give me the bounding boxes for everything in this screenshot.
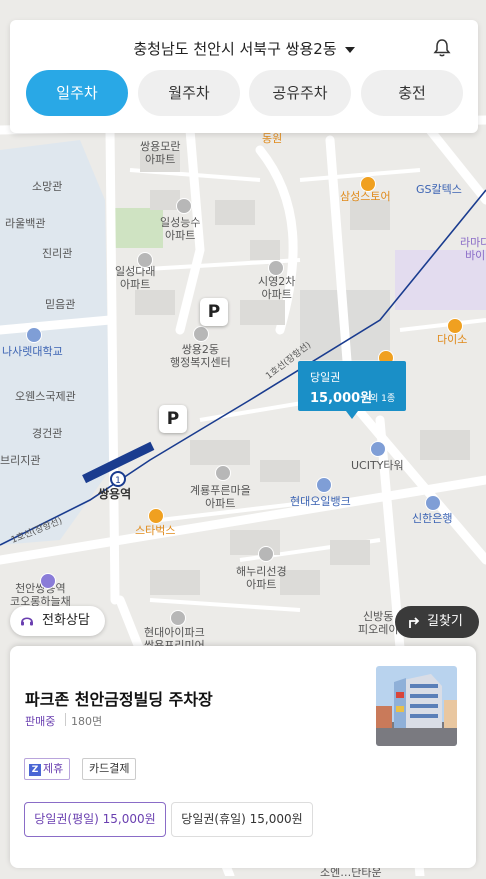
parking-marker[interactable]: P bbox=[159, 405, 187, 433]
government-office-icon bbox=[193, 326, 209, 342]
partner-logo-icon: Z bbox=[29, 764, 41, 776]
call-consult-button[interactable]: 전화상담 bbox=[10, 606, 105, 636]
map-label-mideum: 믿음관 bbox=[45, 298, 76, 311]
shopping-icon bbox=[447, 318, 463, 334]
building-icon bbox=[370, 441, 386, 457]
map-label-gyeryong: 계룡푸른마을 아파트 bbox=[190, 484, 251, 510]
caret-down-icon bbox=[344, 46, 355, 53]
turn-right-arrow-icon bbox=[409, 617, 420, 628]
cafe-icon bbox=[148, 508, 164, 524]
map-label-ssangyong2-center: 쌍용2동 행정복지센터 bbox=[170, 343, 231, 369]
parking-lot-name: 파크존 천안금정빌딩 주차장 bbox=[25, 690, 213, 709]
svg-text:1: 1 bbox=[115, 476, 121, 486]
price-tag-pointer bbox=[346, 411, 358, 419]
header-card: 충청남도 천안시 서북구 쌍용2동 일주차 월주차 공유주차 충전 bbox=[10, 20, 478, 133]
location-text: 충청남도 천안시 서북구 쌍용2동 bbox=[133, 40, 337, 58]
apartment-icon bbox=[215, 465, 231, 481]
church-icon bbox=[40, 573, 56, 589]
map-label-ucity: UCITY타워 bbox=[351, 459, 404, 472]
apartment-icon bbox=[170, 610, 186, 626]
map-label-nasaret: 나사렛대학교 bbox=[2, 345, 63, 358]
map-label-haenuri: 해누리선경 아파트 bbox=[236, 565, 287, 591]
map-label-cheonan-church: 천안쌍용역 코오롱하늘채 bbox=[10, 582, 71, 608]
map-label-hyundai-oil: 현대오일뱅크 bbox=[290, 495, 351, 508]
shopping-icon bbox=[360, 176, 376, 192]
map-label-ssangyong-moran: 쌍용모란 아파트 bbox=[140, 140, 181, 166]
map-label-gyeongjeon: 경건관 bbox=[32, 427, 63, 440]
university-icon bbox=[26, 327, 42, 343]
building-photo bbox=[376, 666, 457, 746]
apartment-icon bbox=[176, 198, 192, 214]
tab-daily[interactable]: 일주차 bbox=[26, 70, 128, 116]
map-label-shinhan: 신한은행 bbox=[412, 512, 453, 525]
parking-lot-photo[interactable] bbox=[376, 666, 457, 746]
map-label-starbucks: 스타벅스 bbox=[135, 524, 176, 537]
price-tag-type: 당일권 bbox=[310, 371, 341, 384]
map-label-sinbang: 신방동 피오레이 bbox=[358, 610, 399, 636]
price-tag-value: 15,000원 bbox=[310, 391, 373, 406]
bank-icon bbox=[425, 495, 441, 511]
gas-station-icon bbox=[316, 477, 332, 493]
parking-marker[interactable]: P bbox=[200, 298, 228, 326]
tab-monthly[interactable]: 월주차 bbox=[138, 70, 240, 116]
call-consult-label: 전화상담 bbox=[42, 613, 90, 628]
map-label-gs: GS칼텍스 bbox=[416, 183, 462, 196]
map-label-lamaison: 라마다 바이 bbox=[460, 236, 486, 262]
tab-shared[interactable]: 공유주차 bbox=[249, 70, 351, 116]
map-label-sowang: 소망관 bbox=[32, 180, 63, 193]
price-option-weekday[interactable]: 당일권(평일) 15,000원 bbox=[24, 802, 166, 837]
apartment-icon bbox=[137, 252, 153, 268]
map-label-ilseong-neungsu: 일성능수 아파트 bbox=[160, 216, 201, 242]
tab-charging[interactable]: 충전 bbox=[361, 70, 463, 116]
directions-label: 길찾기 bbox=[427, 614, 463, 629]
location-selector[interactable]: 충청남도 천안시 서북구 쌍용2동 bbox=[10, 38, 478, 59]
map-label-ilseong-dareh: 일성다래 아파트 bbox=[115, 265, 156, 291]
map-label-brijigwan: 브리지관 bbox=[0, 454, 41, 467]
divider bbox=[65, 713, 66, 726]
bell-icon[interactable] bbox=[432, 38, 452, 58]
apartment-icon bbox=[268, 260, 284, 276]
map-label-siyeong2: 시영2차 아파트 bbox=[258, 275, 296, 301]
map-label-jinri: 진리관 bbox=[42, 247, 73, 260]
map-label-dong-top: 동원 bbox=[262, 132, 283, 145]
selected-parking-price-marker[interactable]: 당일권 15,000원 외 1종 bbox=[298, 361, 406, 419]
directions-button[interactable]: 길찾기 bbox=[395, 606, 479, 638]
map-label-daiso: 다이소 bbox=[437, 333, 468, 346]
map-label-ssangyong-station: 쌍용역 bbox=[98, 487, 132, 501]
partner-tag-label: 제휴 bbox=[43, 762, 64, 775]
sale-status: 판매중 bbox=[25, 715, 56, 728]
price-option-holiday[interactable]: 당일권(휴일) 15,000원 bbox=[171, 802, 313, 837]
price-tag-extra: 외 1종 bbox=[370, 394, 396, 404]
apartment-icon bbox=[258, 546, 274, 562]
map-label-raulbaek: 라울백관 bbox=[5, 217, 46, 230]
space-count: 180면 bbox=[71, 715, 103, 728]
parking-detail-sheet[interactable]: 파크존 천안금정빌딩 주차장 판매중 180면 Z 제휴 카드결제 당일권(평일)… bbox=[10, 646, 476, 868]
map-label-samsung: 삼성스토어 bbox=[340, 190, 391, 203]
map-label-osen: 오웬스국제관 bbox=[15, 390, 76, 403]
card-payment-tag: 카드결제 bbox=[82, 758, 137, 780]
headset-icon bbox=[21, 617, 33, 626]
partner-tag: Z 제휴 bbox=[24, 758, 71, 780]
